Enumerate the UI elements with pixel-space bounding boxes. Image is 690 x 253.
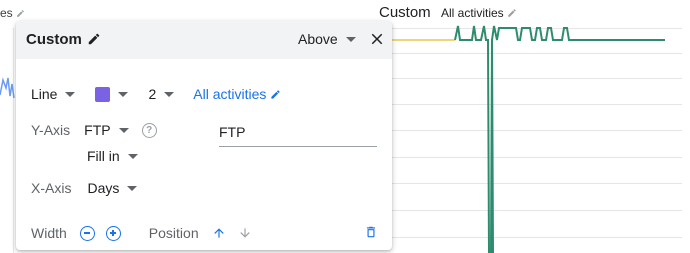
position-select[interactable]: Above bbox=[298, 31, 356, 47]
position-select-value: Above bbox=[298, 31, 338, 47]
increase-width-button[interactable] bbox=[105, 225, 121, 241]
arrow-up-icon[interactable] bbox=[212, 226, 226, 240]
series-style-row: Line 2 All activities bbox=[31, 86, 281, 102]
x-axis-label: X-Axis bbox=[31, 180, 72, 196]
width-label: Width bbox=[31, 225, 67, 241]
popup-header: Custom Above bbox=[16, 21, 392, 59]
fill-select[interactable]: Fill in bbox=[87, 148, 138, 164]
y-axis-label: Y-Axis bbox=[31, 122, 71, 138]
chart-settings-popup: Custom Above Line 2 All activities Y-Axi… bbox=[16, 21, 392, 250]
chart-series-blue bbox=[0, 77, 15, 99]
color-select[interactable] bbox=[95, 86, 129, 102]
popup-title: Custom bbox=[26, 31, 82, 48]
arrow-down-icon[interactable] bbox=[238, 226, 252, 240]
pencil-icon[interactable] bbox=[87, 32, 101, 46]
x-axis-metric-select[interactable]: Days bbox=[87, 180, 138, 196]
chevron-down-icon bbox=[127, 185, 138, 191]
activities-filter-link[interactable]: All activities bbox=[193, 86, 281, 102]
pencil-icon bbox=[271, 89, 281, 99]
x-axis-row: X-Axis Days bbox=[31, 180, 138, 196]
activities-filter-text: All activities bbox=[193, 86, 267, 102]
layout-controls-row: Width Position bbox=[31, 225, 252, 241]
chevron-down-icon bbox=[118, 127, 129, 133]
help-icon[interactable]: ? bbox=[141, 122, 157, 138]
line-style-value: Line bbox=[31, 86, 58, 102]
chevron-down-icon bbox=[164, 91, 175, 97]
chart-series-green bbox=[454, 25, 665, 253]
y-axis-label-input[interactable] bbox=[219, 117, 377, 147]
trash-icon[interactable] bbox=[364, 225, 378, 239]
line-style-select[interactable]: Line bbox=[31, 86, 76, 102]
x-axis-metric-value: Days bbox=[87, 180, 120, 196]
line-width-value: 2 bbox=[148, 86, 157, 102]
y-axis-metric-value: FTP bbox=[84, 122, 111, 138]
chevron-down-icon bbox=[65, 91, 76, 97]
fill-row: Fill in bbox=[87, 148, 138, 164]
chevron-down-icon bbox=[118, 91, 129, 97]
y-axis-row: Y-Axis FTP ? bbox=[31, 122, 157, 138]
decrease-width-button[interactable] bbox=[79, 225, 95, 241]
y-axis-metric-select[interactable]: FTP bbox=[84, 122, 129, 138]
color-swatch bbox=[95, 86, 111, 102]
chevron-down-icon bbox=[127, 153, 138, 159]
position-label: Position bbox=[148, 225, 199, 241]
chart-series-green-dip bbox=[491, 39, 494, 253]
fill-select-value: Fill in bbox=[87, 148, 120, 164]
chevron-down-icon bbox=[345, 36, 356, 42]
close-icon[interactable] bbox=[368, 30, 386, 48]
line-width-select[interactable]: 2 bbox=[148, 86, 175, 102]
